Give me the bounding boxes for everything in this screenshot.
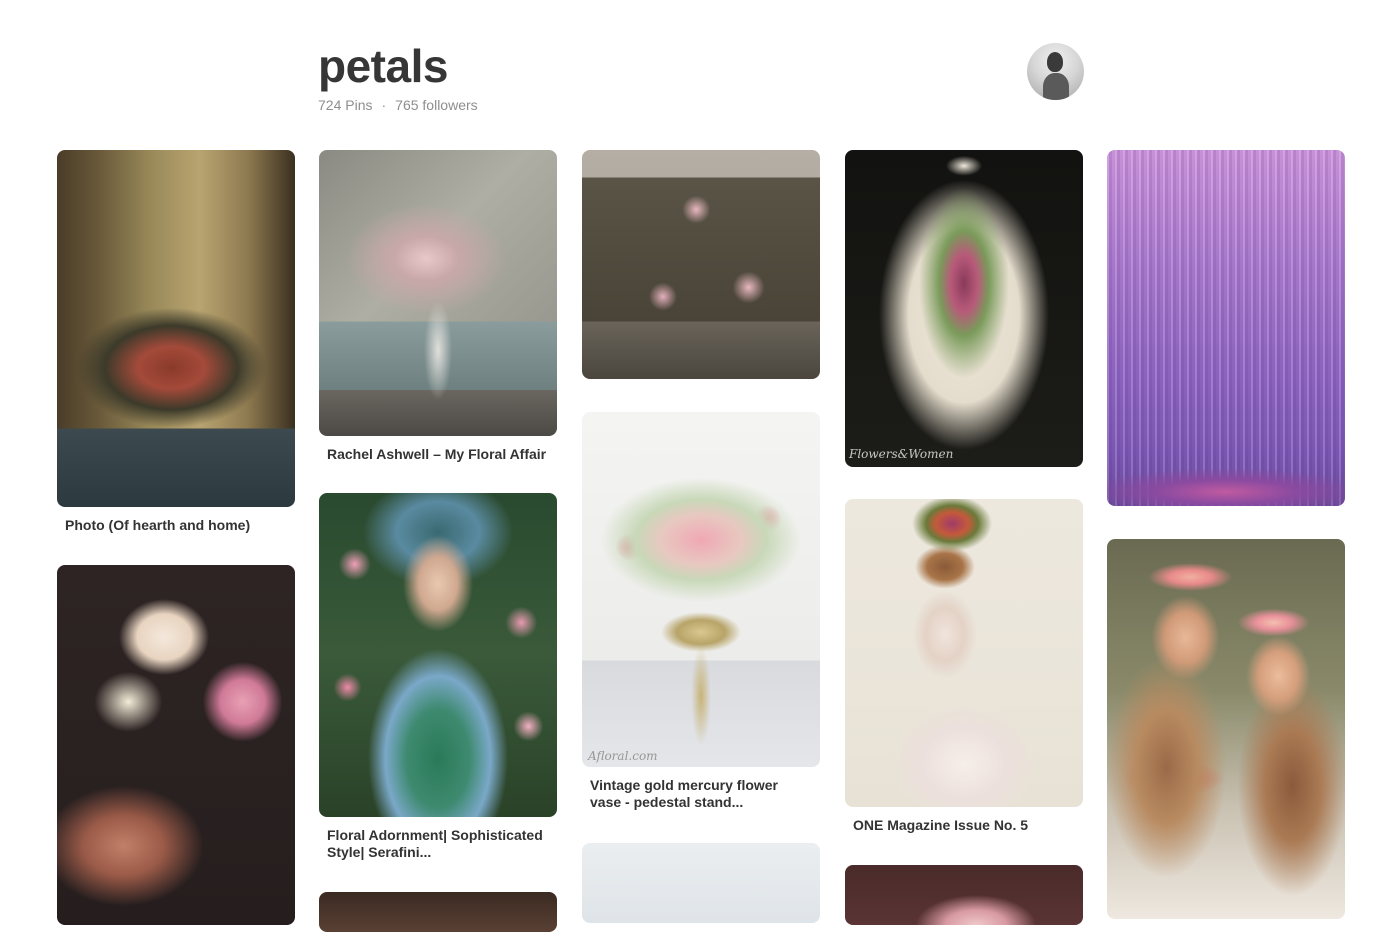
pin-image[interactable] [57, 150, 295, 507]
pin-image[interactable] [319, 150, 557, 436]
board-title: petals [318, 40, 448, 92]
pin-card[interactable] [319, 892, 557, 932]
board-stats: 724 Pins · 765 followers [318, 97, 478, 113]
pin-card[interactable]: Rachel Ashwell – My Floral Affair [319, 150, 557, 463]
stats-separator: · [381, 97, 387, 113]
pin-card[interactable]: Afloral.com Vintage gold mercury flower … [582, 412, 820, 811]
pin-caption: ONE Magazine Issue No. 5 [853, 817, 1029, 833]
pin-caption: Floral Adornment| Sophisticated Style| S… [327, 827, 543, 860]
pin-card[interactable]: ONE Magazine Issue No. 5 [845, 499, 1083, 834]
pin-image[interactable] [845, 865, 1083, 925]
pin-image[interactable] [1107, 539, 1345, 919]
pins-count[interactable]: 724 Pins [318, 97, 372, 113]
board-owner-avatar[interactable] [1027, 43, 1084, 100]
followers-count[interactable]: 765 followers [395, 97, 478, 113]
pin-card[interactable] [582, 150, 820, 379]
pin-watermark: Afloral.com [588, 749, 658, 763]
pin-card[interactable] [582, 843, 820, 923]
pin-card[interactable] [1107, 539, 1345, 919]
pin-image[interactable] [57, 565, 295, 925]
pin-image[interactable] [845, 499, 1083, 807]
pin-caption: Rachel Ashwell – My Floral Affair [327, 446, 547, 462]
pin-image[interactable] [582, 150, 820, 379]
pin-watermark: Flowers&Women [849, 447, 954, 461]
pin-card[interactable] [57, 565, 295, 925]
pin-caption: Photo (Of hearth and home) [65, 517, 251, 533]
pin-image[interactable] [319, 892, 557, 932]
pin-card[interactable]: Photo (Of hearth and home) [57, 150, 295, 534]
pin-image[interactable]: Flowers&Women [845, 150, 1083, 467]
pin-image[interactable] [1107, 150, 1345, 506]
pin-image[interactable] [582, 843, 820, 923]
pin-image[interactable]: Afloral.com [582, 412, 820, 767]
pin-card[interactable]: Flowers&Women [845, 150, 1083, 467]
pin-image[interactable] [319, 493, 557, 817]
pin-caption: Vintage gold mercury flower vase - pedes… [590, 777, 779, 810]
pin-card[interactable]: Floral Adornment| Sophisticated Style| S… [319, 493, 557, 861]
pin-card[interactable] [845, 865, 1083, 925]
pin-card[interactable] [1107, 150, 1345, 506]
